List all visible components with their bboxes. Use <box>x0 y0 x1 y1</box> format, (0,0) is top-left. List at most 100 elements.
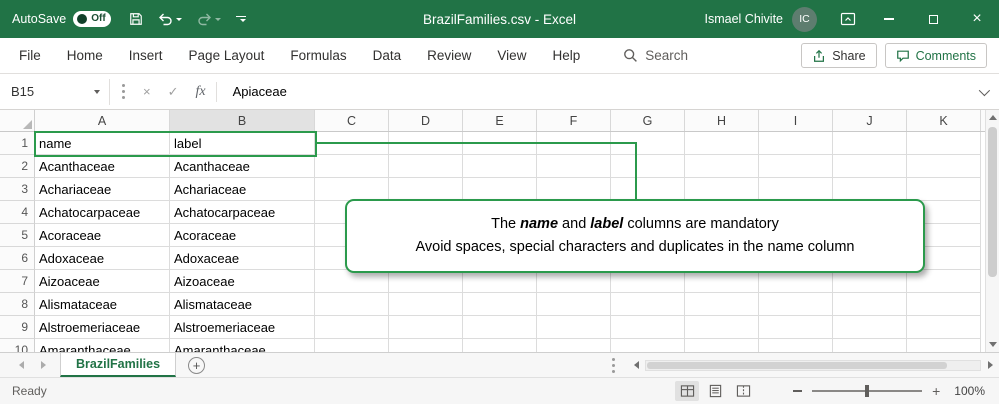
cell-B8[interactable]: Alismataceae <box>170 293 315 316</box>
minimize-button[interactable] <box>867 0 911 38</box>
cell-K8[interactable] <box>907 293 981 316</box>
cell-D10[interactable] <box>389 339 463 352</box>
column-header-J[interactable]: J <box>833 110 907 131</box>
ribbon-display-options-button[interactable] <box>829 0 867 38</box>
cell-K7[interactable] <box>907 270 981 293</box>
zoom-in-button[interactable]: + <box>932 384 940 398</box>
cell-B6[interactable]: Adoxaceae <box>170 247 315 270</box>
horizontal-scrollbar[interactable] <box>600 353 999 377</box>
cell-I9[interactable] <box>759 316 833 339</box>
zoom-slider-thumb[interactable] <box>865 385 869 397</box>
redo-button[interactable] <box>197 12 221 26</box>
cell-G8[interactable] <box>611 293 685 316</box>
cell-I10[interactable] <box>759 339 833 352</box>
share-button[interactable]: Share <box>801 43 876 68</box>
page-layout-view-button[interactable] <box>703 381 727 401</box>
cell-J10[interactable] <box>833 339 907 352</box>
cell-D7[interactable] <box>389 270 463 293</box>
cell-C8[interactable] <box>315 293 389 316</box>
cell-K2[interactable] <box>907 155 981 178</box>
vertical-scrollbar[interactable] <box>985 110 999 352</box>
cell-C7[interactable] <box>315 270 389 293</box>
cell-A2[interactable]: Acanthaceae <box>35 155 170 178</box>
cell-G7[interactable] <box>611 270 685 293</box>
sheet-nav-next-button[interactable] <box>32 353 54 377</box>
formula-input[interactable]: Apiaceae <box>233 84 287 99</box>
tab-formulas[interactable]: Formulas <box>277 38 359 73</box>
cell-C10[interactable] <box>315 339 389 352</box>
row-header-5[interactable]: 5 <box>0 224 35 247</box>
row-header-7[interactable]: 7 <box>0 270 35 293</box>
page-break-preview-button[interactable] <box>731 381 755 401</box>
cell-D8[interactable] <box>389 293 463 316</box>
save-button[interactable] <box>129 12 143 26</box>
tab-help[interactable]: Help <box>539 38 593 73</box>
cell-A10[interactable]: Amaranthaceae <box>35 339 170 352</box>
column-header-E[interactable]: E <box>463 110 537 131</box>
cell-B3[interactable]: Achariaceae <box>170 178 315 201</box>
cell-A9[interactable]: Alstroemeriaceae <box>35 316 170 339</box>
column-header-D[interactable]: D <box>389 110 463 131</box>
cell-D9[interactable] <box>389 316 463 339</box>
cell-J2[interactable] <box>833 155 907 178</box>
cell-B1[interactable]: label <box>170 132 315 155</box>
sheet-nav-previous-button[interactable] <box>10 353 32 377</box>
cell-E9[interactable] <box>463 316 537 339</box>
name-box[interactable]: B15 <box>0 79 110 105</box>
tab-file[interactable]: File <box>6 38 54 73</box>
autosave-control[interactable]: AutoSave Off <box>12 11 111 27</box>
select-all-corner[interactable] <box>0 110 35 131</box>
cell-C2[interactable] <box>315 155 389 178</box>
cell-K1[interactable] <box>907 132 981 155</box>
row-header-4[interactable]: 4 <box>0 201 35 224</box>
row-header-2[interactable]: 2 <box>0 155 35 178</box>
scroll-down-button[interactable] <box>986 337 999 352</box>
cell-B10[interactable]: Amaranthaceae <box>170 339 315 352</box>
row-header-1[interactable]: 1 <box>0 132 35 155</box>
tab-home[interactable]: Home <box>54 38 116 73</box>
tab-page-layout[interactable]: Page Layout <box>176 38 278 73</box>
cell-J9[interactable] <box>833 316 907 339</box>
enter-entry-button[interactable]: ✓ <box>168 84 179 100</box>
search-box[interactable]: Search <box>623 48 688 63</box>
cell-B7[interactable]: Aizoaceae <box>170 270 315 293</box>
hscroll-left-button[interactable] <box>627 353 645 377</box>
cell-E8[interactable] <box>463 293 537 316</box>
column-header-F[interactable]: F <box>537 110 611 131</box>
row-header-9[interactable]: 9 <box>0 316 35 339</box>
cell-I2[interactable] <box>759 155 833 178</box>
new-sheet-button[interactable]: + <box>188 357 205 374</box>
cell-H8[interactable] <box>685 293 759 316</box>
cell-I7[interactable] <box>759 270 833 293</box>
account-button[interactable]: Ismael Chivite IC <box>705 7 818 32</box>
cell-A7[interactable]: Aizoaceae <box>35 270 170 293</box>
cell-G3[interactable] <box>611 178 685 201</box>
column-header-K[interactable]: K <box>907 110 981 131</box>
cell-K3[interactable] <box>907 178 981 201</box>
autosave-toggle[interactable]: Off <box>73 11 111 27</box>
insert-function-button[interactable]: fx <box>196 84 206 100</box>
zoom-out-button[interactable] <box>793 390 802 392</box>
cell-E7[interactable] <box>463 270 537 293</box>
cell-H3[interactable] <box>685 178 759 201</box>
cell-E10[interactable] <box>463 339 537 352</box>
maximize-button[interactable] <box>911 0 955 38</box>
name-box-dropdown-icon[interactable] <box>94 90 100 94</box>
column-header-B[interactable]: B <box>170 110 315 131</box>
cell-F9[interactable] <box>537 316 611 339</box>
cell-D3[interactable] <box>389 178 463 201</box>
close-button[interactable]: × <box>955 0 999 38</box>
horizontal-scroll-thumb[interactable] <box>647 362 947 369</box>
cell-J3[interactable] <box>833 178 907 201</box>
formula-bar-drag-handle[interactable] <box>122 90 125 93</box>
scroll-up-button[interactable] <box>986 110 999 125</box>
cell-A1[interactable]: name <box>35 132 170 155</box>
column-header-H[interactable]: H <box>685 110 759 131</box>
expand-formula-bar-icon[interactable] <box>979 84 990 95</box>
row-header-8[interactable]: 8 <box>0 293 35 316</box>
column-header-G[interactable]: G <box>611 110 685 131</box>
cell-G10[interactable] <box>611 339 685 352</box>
row-header-3[interactable]: 3 <box>0 178 35 201</box>
cell-C3[interactable] <box>315 178 389 201</box>
cell-I1[interactable] <box>759 132 833 155</box>
